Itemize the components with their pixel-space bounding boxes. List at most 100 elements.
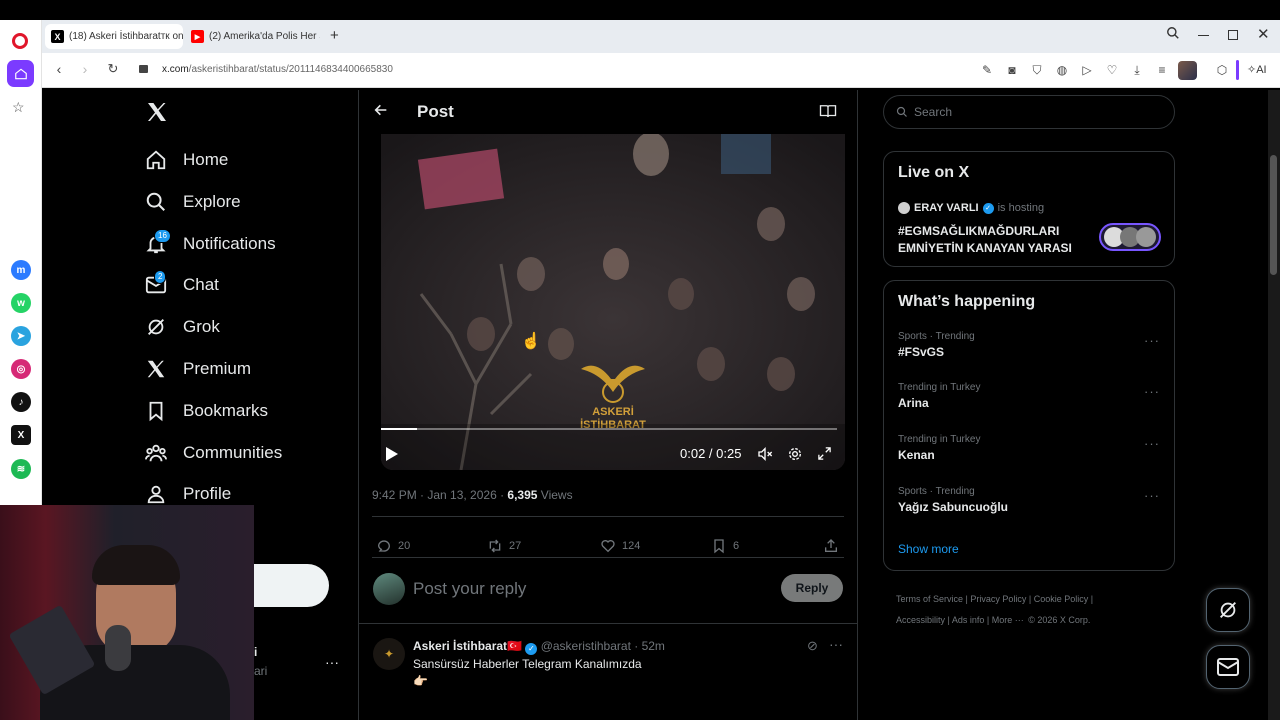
accessibility-link[interactable]: Accessibility (896, 615, 945, 625)
nav-grok[interactable]: Grok (145, 312, 220, 342)
reader-icon[interactable] (819, 103, 837, 124)
profile-avatar[interactable] (1178, 61, 1197, 80)
x-app-icon[interactable]: X (11, 425, 31, 445)
forward-button[interactable]: › (76, 61, 94, 77)
nav-home[interactable]: Home (145, 145, 228, 175)
grok-icon[interactable]: ⊘ (807, 638, 818, 654)
live-topic-line2[interactable]: EMNİYETİN KANAYAN YARASI (898, 241, 1072, 255)
download-icon[interactable]: ⤓ (1129, 62, 1145, 78)
more-link[interactable]: More ··· (992, 615, 1024, 625)
trend-more-icon[interactable]: ··· (1144, 384, 1160, 399)
video-progress-track[interactable] (381, 428, 837, 430)
trend-more-icon[interactable]: ··· (1144, 488, 1160, 503)
tiktok-icon[interactable]: ♪ (11, 392, 31, 412)
heart-icon[interactable]: ♡ (1104, 62, 1120, 78)
menu-icon[interactable]: ≡ (1154, 62, 1170, 78)
fullscreen-icon[interactable] (817, 446, 832, 466)
ads-info-link[interactable]: Ads info (952, 615, 985, 625)
share-stat[interactable] (823, 538, 845, 554)
nav-bookmarks[interactable]: Bookmarks (145, 396, 268, 426)
reply-icon (377, 540, 390, 552)
listener-avatar (1136, 227, 1156, 247)
shield-icon[interactable]: ⛉ (1029, 62, 1045, 78)
trend-item[interactable]: Trending in Turkey Kenan ··· (898, 434, 1160, 462)
scrollbar-thumb[interactable] (1270, 155, 1277, 275)
reply-avatar (373, 573, 405, 605)
share-icon (825, 539, 837, 552)
grok-fab-button[interactable] (1206, 588, 1250, 632)
trend-more-icon[interactable]: ··· (1144, 333, 1160, 348)
new-tab-button[interactable]: + (330, 27, 339, 44)
reply-button[interactable]: Reply (781, 574, 843, 602)
search-box[interactable]: Search (883, 95, 1175, 129)
back-arrow-icon[interactable] (373, 102, 393, 123)
live-topic-line1[interactable]: #EGMSAĞLIKMAĞDURLARI (898, 224, 1059, 238)
nav-communities[interactable]: Communities (145, 438, 282, 468)
post-button[interactable] (254, 564, 329, 607)
instagram-icon[interactable]: ◎ (11, 359, 31, 379)
reply-tweet-avatar[interactable]: ✦ (373, 638, 405, 670)
post-timestamp[interactable]: 9:42 PM · Jan 13, 2026 · (372, 488, 507, 502)
show-more-link[interactable]: Show more (898, 542, 959, 556)
maximize-button[interactable] (1228, 30, 1238, 40)
play-icon[interactable] (385, 446, 399, 467)
nav-notifications[interactable]: 16 Notifications (145, 229, 276, 259)
settings-gear-icon[interactable] (787, 446, 803, 467)
trend-item[interactable]: Sports · Trending Yağız Sabuncuoğlu ··· (898, 486, 1160, 514)
host-name: ERAY VARLI (914, 202, 979, 214)
url-field[interactable]: x.com/askeristihbarat/status/20111468344… (162, 64, 393, 75)
video-player[interactable]: ASKERİ İSTİHBARAT 0:02 / 0:25 (381, 134, 845, 470)
repost-stat[interactable]: 27 (487, 538, 521, 554)
star-icon[interactable]: ☆ (12, 99, 25, 116)
search-tabs-icon[interactable] (1166, 26, 1180, 45)
tab-x-post[interactable]: X (18) Askeri İstihbaratтк on (45, 24, 183, 49)
tweet-more-icon[interactable]: ··· (829, 636, 843, 652)
bell-icon: 16 (145, 229, 183, 255)
camera-icon[interactable]: ◙ (1004, 62, 1020, 78)
account-handle: ari (254, 664, 268, 678)
minimize-button[interactable] (1198, 35, 1209, 36)
whatsapp-icon[interactable]: w (11, 293, 31, 313)
messenger-icon[interactable]: m (11, 260, 31, 280)
reload-button[interactable]: ↻ (104, 61, 122, 77)
reply-stat[interactable]: 20 (376, 538, 410, 554)
reply-tweet-author[interactable]: Askeri İstihbarat (413, 639, 507, 653)
mute-icon[interactable] (757, 446, 773, 467)
live-card: Live on X ERAY VARLI ✓ is hosting #EGMSA… (883, 151, 1175, 267)
x-logo-icon[interactable] (145, 100, 169, 129)
opera-logo-icon[interactable] (12, 33, 28, 49)
live-host-row[interactable]: ERAY VARLI ✓ is hosting (898, 202, 1044, 214)
play-icon[interactable]: ▷ (1079, 62, 1095, 78)
account-more-button[interactable]: ··· (325, 654, 339, 670)
messages-fab-button[interactable] (1206, 645, 1250, 689)
url-path: /askeristihbarat/status/2011146834400665… (188, 64, 393, 75)
nav-chat[interactable]: 2 Chat (145, 270, 219, 300)
live-listeners-avatars[interactable] (1099, 223, 1161, 251)
vpn-icon[interactable]: ◍ (1054, 62, 1070, 78)
privacy-link[interactable]: Privacy Policy (970, 594, 1026, 604)
trend-more-icon[interactable]: ··· (1144, 436, 1160, 451)
like-stat[interactable]: 124 (600, 538, 640, 554)
nav-premium[interactable]: Premium (145, 354, 251, 384)
bookmark-count: 6 (733, 540, 740, 552)
extensions-icon[interactable]: ⬡ (1214, 62, 1230, 78)
spotify-icon[interactable]: ≋ (11, 459, 31, 479)
telegram-icon[interactable]: ➤ (11, 326, 31, 346)
trend-context: Sports · Trending (898, 331, 975, 342)
terms-link[interactable]: Terms of Service (896, 594, 963, 604)
back-button[interactable]: ‹ (50, 61, 68, 77)
trend-item[interactable]: Sports · Trending #FSvGS ··· (898, 331, 1160, 359)
edit-icon[interactable]: ✎ (979, 62, 995, 78)
tab-youtube[interactable]: ▶ (2) Amerika'da Polis Her Ş (185, 24, 320, 49)
nav-explore[interactable]: Explore (145, 187, 241, 217)
trend-item[interactable]: Trending in Turkey Arina ··· (898, 382, 1160, 410)
close-window-button[interactable]: ✕ (1257, 25, 1270, 43)
home-workspace-icon[interactable] (7, 60, 34, 87)
ai-button[interactable]: ✧AI (1247, 63, 1267, 76)
reply-input[interactable]: Post your reply (413, 579, 526, 599)
reply-tweet[interactable]: ✦ Askeri İstihbarat🇹🇷 ✓ @askeristihbarat… (359, 624, 857, 720)
cookie-link[interactable]: Cookie Policy (1034, 594, 1089, 604)
reply-tweet-handle: @askeristihbarat · 52m (540, 639, 665, 653)
screen-top-bar (0, 0, 1280, 20)
bookmark-stat[interactable]: 6 (711, 538, 739, 554)
